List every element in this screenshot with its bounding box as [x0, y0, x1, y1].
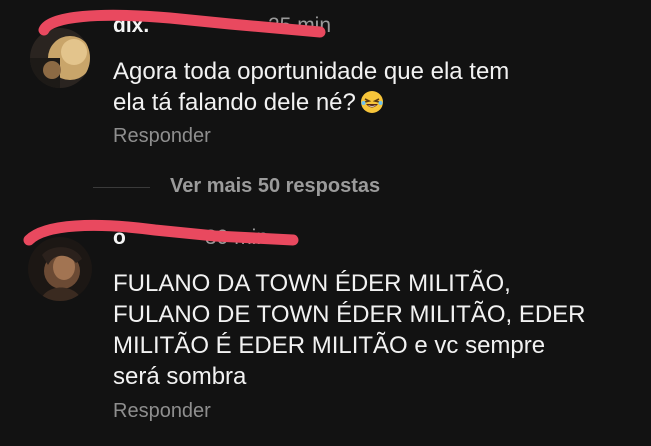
comment-timestamp: 25 min	[268, 14, 332, 37]
comment-username[interactable]: dix.	[113, 14, 149, 38]
avatar-image	[28, 237, 92, 301]
comment-username[interactable]: o	[113, 226, 126, 250]
more-replies-divider	[93, 187, 150, 188]
comment-text: FULANO DA TOWN ÉDER MILITÃO, FULANO DE T…	[113, 270, 586, 390]
reply-button[interactable]: Responder	[113, 125, 211, 148]
avatar[interactable]	[28, 237, 92, 301]
avatar-image	[30, 28, 90, 88]
avatar[interactable]	[30, 28, 90, 88]
comment-text: Agora toda oportunidade que ela tem ela …	[113, 56, 633, 118]
comment-text-content: Agora toda oportunidade que ela tem ela …	[113, 58, 510, 116]
more-replies-link[interactable]: Ver mais 50 respostas	[170, 175, 380, 198]
comment-timestamp: 30 min	[205, 226, 269, 249]
reply-button[interactable]: Responder	[113, 400, 211, 423]
grinning-squinting-face-icon	[360, 91, 383, 113]
